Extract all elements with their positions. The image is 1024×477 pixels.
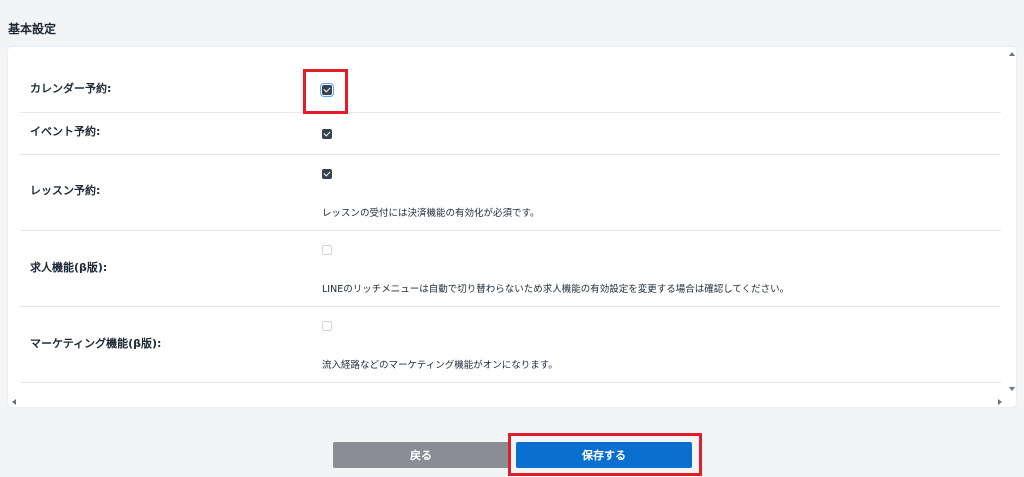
row-event-booking: イベント予約: [20, 113, 1001, 155]
scroll-left-icon[interactable] [12, 399, 16, 405]
event-booking-label: イベント予約: [30, 125, 101, 138]
lesson-booking-label: レッスン予約: [30, 184, 101, 197]
calendar-booking-label: カレンダー予約: [30, 82, 112, 95]
horizontal-scrollbar[interactable] [8, 397, 1016, 407]
scroll-up-icon[interactable] [1009, 52, 1015, 56]
settings-content: カレンダー予約: イベント予約: レッスン予約: レッスンの受付には決済機能の有… [8, 47, 1008, 397]
scroll-down-icon[interactable] [1009, 387, 1015, 391]
marketing-feature-label: マーケティング機能(β版): [30, 337, 162, 350]
lesson-booking-checkbox[interactable] [322, 169, 332, 179]
lesson-booking-note: レッスンの受付には決済機能の有効化が必須です。 [322, 208, 540, 219]
scroll-right-icon[interactable] [998, 399, 1002, 405]
settings-page: 基本設定 カレンダー予約: イベント予約: レッスン予約: レッスンの受付には決… [0, 0, 1024, 477]
marketing-feature-note: 流入経路などのマーケティング機能がオンになります。 [322, 360, 558, 371]
event-booking-checkbox[interactable] [322, 129, 332, 139]
back-button[interactable]: 戻る [333, 442, 509, 468]
job-feature-note: LINEのリッチメニューは自動で切り替わらないため求人機能の有効設定を変更する場… [322, 284, 790, 295]
row-lesson-booking: レッスン予約: レッスンの受付には決済機能の有効化が必須です。 [20, 155, 1001, 231]
vertical-scrollbar[interactable] [1008, 47, 1016, 397]
save-button[interactable]: 保存する [516, 442, 692, 468]
job-feature-label: 求人機能(β版): [30, 261, 108, 274]
settings-card: カレンダー予約: イベント予約: レッスン予約: レッスンの受付には決済機能の有… [8, 47, 1016, 407]
section-title: 基本設定 [8, 22, 57, 36]
row-marketing-feature: マーケティング機能(β版): 流入経路などのマーケティング機能がオンになります。 [20, 307, 1001, 383]
marketing-feature-checkbox[interactable] [322, 321, 332, 331]
row-calendar-booking: カレンダー予約: [20, 47, 1001, 113]
job-feature-checkbox[interactable] [322, 245, 332, 255]
row-job-feature: 求人機能(β版): LINEのリッチメニューは自動で切り替わらないため求人機能の… [20, 231, 1001, 307]
calendar-booking-checkbox[interactable] [320, 83, 334, 97]
